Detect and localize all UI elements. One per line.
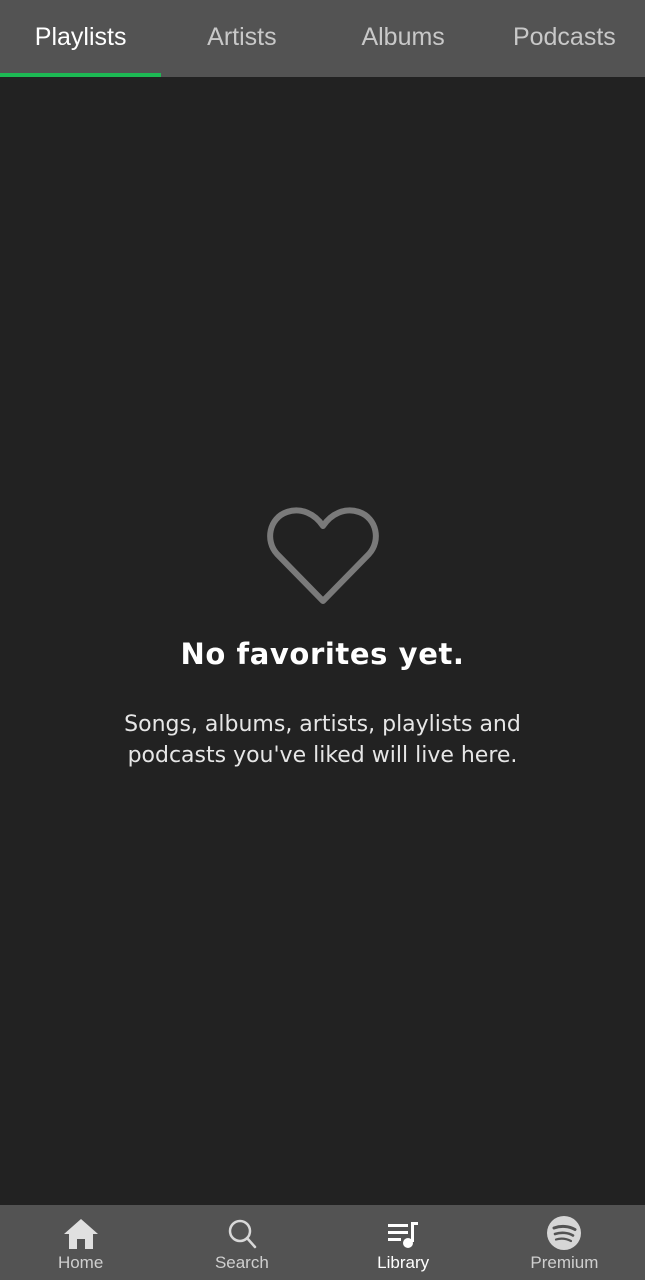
nav-premium-label: Premium <box>530 1253 599 1272</box>
tab-podcasts-label: Podcasts <box>512 22 616 51</box>
library-icon <box>388 1222 419 1248</box>
search-icon <box>228 1219 257 1249</box>
tab-artists-label: Artists <box>207 22 277 51</box>
empty-state-title: No favorites yet. <box>180 637 465 671</box>
bottom-navigation: Home Search Library Premium <box>0 1205 645 1280</box>
tab-playlists[interactable]: Playlists <box>0 0 162 77</box>
active-tab-indicator <box>0 73 162 77</box>
nav-search[interactable]: Search <box>161 1205 322 1280</box>
nav-home[interactable]: Home <box>0 1205 161 1280</box>
library-tab-bar: Playlists Artists Albums Podcasts <box>0 0 645 77</box>
nav-search-label: Search <box>214 1253 269 1272</box>
tab-albums-label: Albums <box>361 22 445 51</box>
nav-library[interactable]: Library <box>323 1205 484 1280</box>
empty-state: No favorites yet. Songs, albums, artists… <box>0 505 645 771</box>
library-screen: Playlists Artists Albums Podcasts No fav… <box>0 0 645 1280</box>
tab-podcasts[interactable]: Podcasts <box>484 0 645 77</box>
home-icon <box>63 1219 98 1249</box>
spotify-logo-icon <box>547 1216 582 1250</box>
tab-playlists-label: Playlists <box>34 22 127 51</box>
nav-home-label: Home <box>57 1253 104 1272</box>
nav-premium[interactable]: Premium <box>484 1205 645 1280</box>
tab-albums[interactable]: Albums <box>323 0 484 77</box>
empty-state-description: Songs, albums, artists, playlists and po… <box>124 712 521 768</box>
tab-artists[interactable]: Artists <box>161 0 322 77</box>
heart-outline-icon <box>266 507 379 604</box>
nav-library-label: Library <box>377 1253 430 1272</box>
